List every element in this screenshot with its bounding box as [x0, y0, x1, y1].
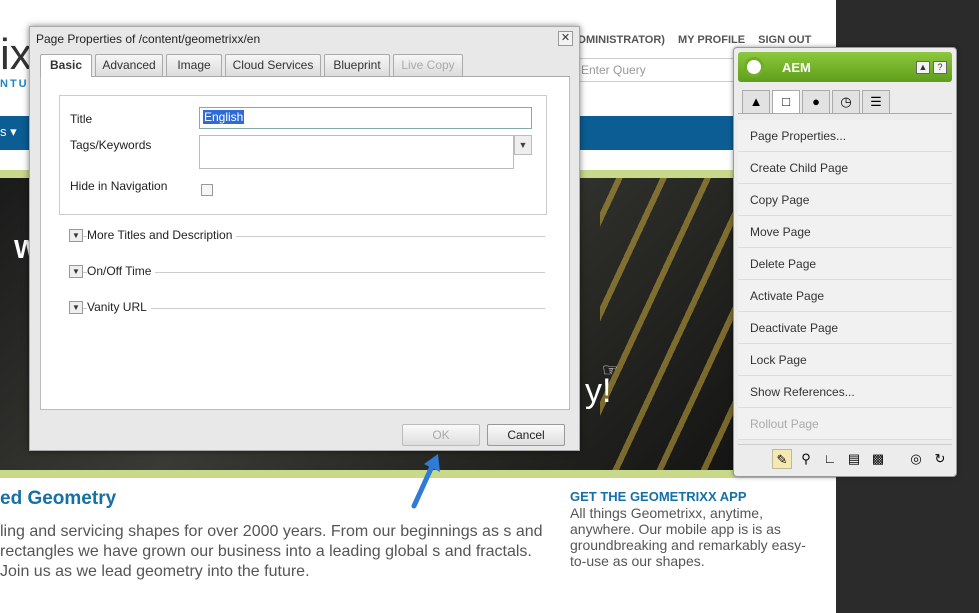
tab-image[interactable]: Image [166, 54, 222, 76]
tab-basic[interactable]: Basic [40, 54, 92, 78]
sidekick-header: AEM ▲ ? [738, 52, 952, 82]
expand-icon[interactable]: ▼ [69, 265, 83, 278]
sidekick-title: AEM [782, 60, 811, 75]
components-tab-icon[interactable]: ▲ [742, 90, 770, 114]
workflow-tab-icon[interactable]: ☰ [862, 90, 890, 114]
tab-blueprint[interactable]: Blueprint [324, 54, 390, 76]
activate-page-item[interactable]: Activate Page [738, 280, 952, 312]
deactivate-page-item[interactable]: Deactivate Page [738, 312, 952, 344]
ok-button[interactable]: OK [402, 424, 480, 446]
create-child-page-item[interactable]: Create Child Page [738, 152, 952, 184]
copy-page-item[interactable]: Copy Page [738, 184, 952, 216]
edit-mode-icon[interactable]: ✎ [772, 449, 792, 469]
site-logo[interactable]: ix [0, 30, 32, 80]
title-label: Title [70, 112, 93, 126]
section-vanity-url[interactable]: ▼ Vanity URL [69, 300, 545, 315]
sidekick-tabs: ▲ □ ● ◷ ☰ [738, 88, 952, 114]
dialog-body: Title Tags/Keywords Hide in Navigation E… [40, 77, 570, 410]
aem-logo-icon [744, 57, 764, 77]
versioning-tab-icon[interactable]: ◷ [832, 90, 860, 114]
arrow-annotation-icon [411, 454, 440, 509]
title-input[interactable]: English [199, 107, 532, 129]
page-tab-icon[interactable]: □ [772, 90, 800, 114]
app-heading[interactable]: GET THE GEOMETRIXX APP [570, 489, 746, 504]
show-references-item[interactable]: Show References... [738, 376, 952, 408]
tab-live-copy[interactable]: Live Copy [393, 54, 463, 76]
section-label: On/Off Time [87, 264, 156, 278]
information-tab-icon[interactable]: ● [802, 90, 830, 114]
expand-icon[interactable]: ▼ [69, 301, 83, 314]
nav-menu-item[interactable]: s ▾ [0, 124, 17, 140]
sidekick-page-actions: Page Properties... Create Child Page Cop… [738, 120, 952, 440]
hide-in-navigation-checkbox[interactable] [201, 184, 213, 196]
websites-icon[interactable]: ◎ [906, 449, 926, 469]
cancel-button[interactable]: Cancel [487, 424, 565, 446]
title-input-value: English [203, 110, 245, 124]
admin-link[interactable]: DMINISTRATOR) [578, 34, 665, 46]
scaffolding-icon[interactable]: ▩ [868, 449, 888, 469]
rollout-page-item[interactable]: Rollout Page [738, 408, 952, 440]
content-heading: ed Geometry [0, 488, 117, 509]
app-text: All things Geometrixx, anytime, anywhere… [570, 505, 806, 569]
chevron-down-icon[interactable]: ▼ [514, 135, 532, 155]
section-label: Vanity URL [87, 300, 151, 314]
inspect-icon[interactable]: ⚲ [796, 449, 816, 469]
mouse-cursor-icon: ☞ [602, 360, 619, 380]
preview-icon[interactable]: ▤ [844, 449, 864, 469]
tab-cloud-services[interactable]: Cloud Services [225, 54, 321, 76]
hide-in-navigation-label: Hide in Navigation [70, 179, 168, 193]
section-on-off-time[interactable]: ▼ On/Off Time [69, 264, 545, 279]
aem-sidekick: AEM ▲ ? ▲ □ ● ◷ ☰ Page Properties... Cre… [733, 47, 957, 477]
sidekick-footer: ✎ ⚲ ∟ ▤ ▩ ◎ ↻ [738, 444, 952, 472]
close-icon[interactable]: ✕ [558, 31, 573, 46]
my-profile-link[interactable]: MY PROFILE [678, 34, 745, 46]
expand-icon[interactable]: ▼ [69, 229, 83, 242]
page-properties-item[interactable]: Page Properties... [738, 120, 952, 152]
refresh-icon[interactable]: ↻ [930, 449, 950, 469]
sign-out-link[interactable]: SIGN OUT [758, 34, 811, 46]
collapse-icon[interactable]: ▲ [916, 61, 930, 74]
lock-page-item[interactable]: Lock Page [738, 344, 952, 376]
page-properties-dialog: Page Properties of /content/geometrixx/e… [29, 26, 580, 451]
delete-page-item[interactable]: Delete Page [738, 248, 952, 280]
site-toplinks: DMINISTRATOR) MY PROFILE SIGN OUT [578, 34, 821, 46]
dialog-title: Page Properties of /content/geometrixx/e… [36, 32, 261, 46]
tags-input[interactable] [199, 135, 514, 169]
move-page-item[interactable]: Move Page [738, 216, 952, 248]
tab-advanced[interactable]: Advanced [95, 54, 163, 76]
content-paragraph: ling and servicing shapes for over 2000 … [0, 523, 543, 580]
dialog-tabs: Basic Advanced Image Cloud Services Blue… [40, 53, 570, 78]
site-logo-subtitle: NTU [0, 78, 29, 90]
tags-label: Tags/Keywords [70, 138, 152, 152]
section-more-titles[interactable]: ▼ More Titles and Description [69, 228, 545, 243]
help-icon[interactable]: ? [933, 61, 947, 74]
section-label: More Titles and Description [87, 228, 237, 242]
design-mode-icon[interactable]: ∟ [820, 449, 840, 469]
